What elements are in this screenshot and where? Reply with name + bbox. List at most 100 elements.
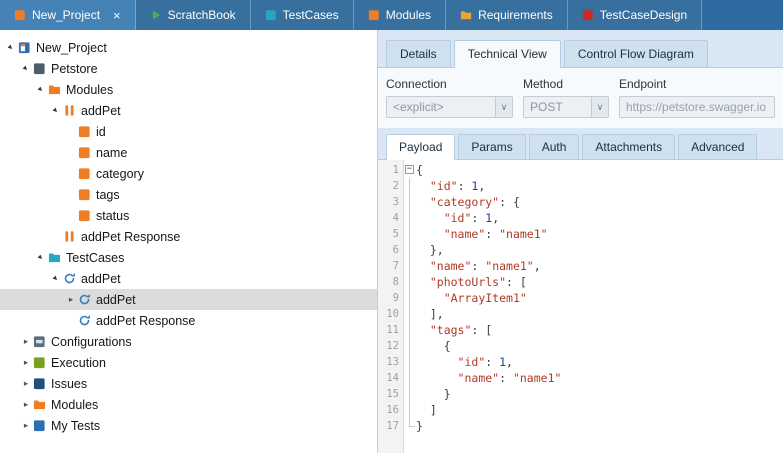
chevron-down-icon[interactable] <box>591 97 608 117</box>
tree-item-issues[interactable]: ▸Issues <box>0 373 377 394</box>
fold-guide <box>403 338 416 354</box>
code-text: "ArrayItem1" <box>416 290 527 306</box>
tree-item-category[interactable]: category <box>0 163 377 184</box>
collapse-arrow-icon[interactable]: ▸ <box>48 271 64 287</box>
expand-arrow-icon[interactable]: ▸ <box>19 421 33 430</box>
editor-line: 16 ] <box>378 402 783 418</box>
code-text: "tags": [ <box>416 322 492 338</box>
tree-item-name[interactable]: name <box>0 142 377 163</box>
fold-guide <box>403 274 416 290</box>
tree-item-label: Modules <box>51 398 98 412</box>
indent-spacer <box>0 383 19 384</box>
field-icon <box>78 146 91 159</box>
tree-item-label: Configurations <box>51 335 132 349</box>
editor-line: 13 "id": 1, <box>378 354 783 370</box>
collapse-arrow-icon[interactable]: ▸ <box>33 250 49 266</box>
tab-label: Modules <box>386 8 431 22</box>
fold-toggle-icon[interactable] <box>403 162 416 178</box>
tree-item-id[interactable]: id <box>0 121 377 142</box>
code-text: ] <box>416 402 437 418</box>
tree-item-addpet[interactable]: ▸addPet <box>0 289 377 310</box>
tree-item-addpet-response[interactable]: addPet Response <box>0 226 377 247</box>
editor-line: 15 } <box>378 386 783 402</box>
tree-item-tags[interactable]: tags <box>0 184 377 205</box>
tab-payload[interactable]: Payload <box>386 134 455 160</box>
tree-item-configurations[interactable]: ▸ Configurations <box>0 331 377 352</box>
top-tab-new-project[interactable]: New_Project× <box>0 0 136 30</box>
tree-item-label: id <box>96 125 106 139</box>
tab-auth[interactable]: Auth <box>529 134 580 159</box>
fold-guide <box>403 226 416 242</box>
tree-item-testcases[interactable]: ▸TestCases <box>0 247 377 268</box>
line-number: 16 <box>378 402 403 418</box>
tree-item-execution[interactable]: ▸Execution <box>0 352 377 373</box>
editor-line: 7 "name": "name1", <box>378 258 783 274</box>
collapse-arrow-icon[interactable]: ▸ <box>33 82 49 98</box>
tree-item-label: Petstore <box>51 62 98 76</box>
editor-line: 4 "id": 1, <box>378 210 783 226</box>
field-icon <box>78 125 91 138</box>
connection-select[interactable]: <explicit> <box>386 96 513 118</box>
line-number: 12 <box>378 338 403 354</box>
tree-item-label: My Tests <box>51 419 100 433</box>
code-text: "name": "name1" <box>416 226 548 242</box>
tab-technical-view[interactable]: Technical View <box>454 40 561 68</box>
package-icon <box>33 62 46 75</box>
line-number: 9 <box>378 290 403 306</box>
tree-item-new-project[interactable]: ▸New_Project <box>0 37 377 58</box>
method-select[interactable]: POST <box>523 96 609 118</box>
tree-item-label: tags <box>96 188 120 202</box>
chevron-down-icon[interactable] <box>495 97 512 117</box>
tab-attachments[interactable]: Attachments <box>582 134 675 159</box>
editor-line: 10 ], <box>378 306 783 322</box>
tab-control-flow-diagram[interactable]: Control Flow Diagram <box>564 40 708 67</box>
tree-item-addpet[interactable]: ▸ addPet <box>0 100 377 121</box>
collapse-arrow-icon[interactable]: ▸ <box>3 40 19 56</box>
tree-item-modules[interactable]: ▸Modules <box>0 79 377 100</box>
tab-details[interactable]: Details <box>386 40 451 67</box>
indent-spacer <box>0 110 49 111</box>
top-tab-requirements[interactable]: Requirements <box>446 0 568 30</box>
top-tab-scratchbook[interactable]: ScratchBook <box>136 0 251 30</box>
collapse-arrow-icon[interactable]: ▸ <box>18 61 34 77</box>
tab-close-icon[interactable]: × <box>113 9 121 22</box>
tree-item-label: addPet <box>81 272 121 286</box>
expand-arrow-icon[interactable]: ▸ <box>19 337 33 346</box>
tree-item-petstore[interactable]: ▸ Petstore <box>0 58 377 79</box>
expand-arrow-icon[interactable]: ▸ <box>19 400 33 409</box>
tree-item-label: addPet <box>81 104 121 118</box>
line-number: 13 <box>378 354 403 370</box>
tree-item-modules[interactable]: ▸ Modules <box>0 394 377 415</box>
tab-params[interactable]: Params <box>458 134 525 159</box>
folder-orange-icon <box>48 83 61 96</box>
tree-item-addpet-response[interactable]: addPet Response <box>0 310 377 331</box>
editor-line: 5 "name": "name1" <box>378 226 783 242</box>
top-tab-testcases[interactable]: TestCases <box>251 0 354 30</box>
tree-item-addpet[interactable]: ▸ addPet <box>0 268 377 289</box>
expand-arrow-icon[interactable]: ▸ <box>19 358 33 367</box>
tree-item-my-tests[interactable]: ▸ My Tests <box>0 415 377 436</box>
code-text: } <box>416 386 451 402</box>
expand-arrow-icon[interactable]: ▸ <box>19 379 33 388</box>
top-tab-modules[interactable]: Modules <box>354 0 446 30</box>
editor-line: 12 { <box>378 338 783 354</box>
expand-arrow-icon[interactable]: ▸ <box>64 295 78 304</box>
tab-advanced[interactable]: Advanced <box>678 134 757 159</box>
endpoint-input[interactable]: https://petstore.swagger.io <box>619 96 775 118</box>
collapse-arrow-icon[interactable]: ▸ <box>48 103 64 119</box>
requirements-icon <box>460 9 472 21</box>
indent-spacer <box>0 215 64 216</box>
tree-item-status[interactable]: status <box>0 205 377 226</box>
top-tab-testcasedesign[interactable]: TestCaseDesign <box>568 0 702 30</box>
payload-editor[interactable]: 1{2 "id": 1,3 "category": {4 "id": 1,5 "… <box>378 160 783 453</box>
fold-guide <box>403 322 416 338</box>
indent-spacer <box>0 47 4 48</box>
line-number: 2 <box>378 178 403 194</box>
line-number: 10 <box>378 306 403 322</box>
field-icon <box>78 167 91 180</box>
indent-spacer <box>0 362 19 363</box>
top-tab-bar: New_Project×ScratchBookTestCases Modules R… <box>0 0 783 30</box>
line-number: 8 <box>378 274 403 290</box>
indent-spacer <box>0 173 64 174</box>
line-number: 3 <box>378 194 403 210</box>
